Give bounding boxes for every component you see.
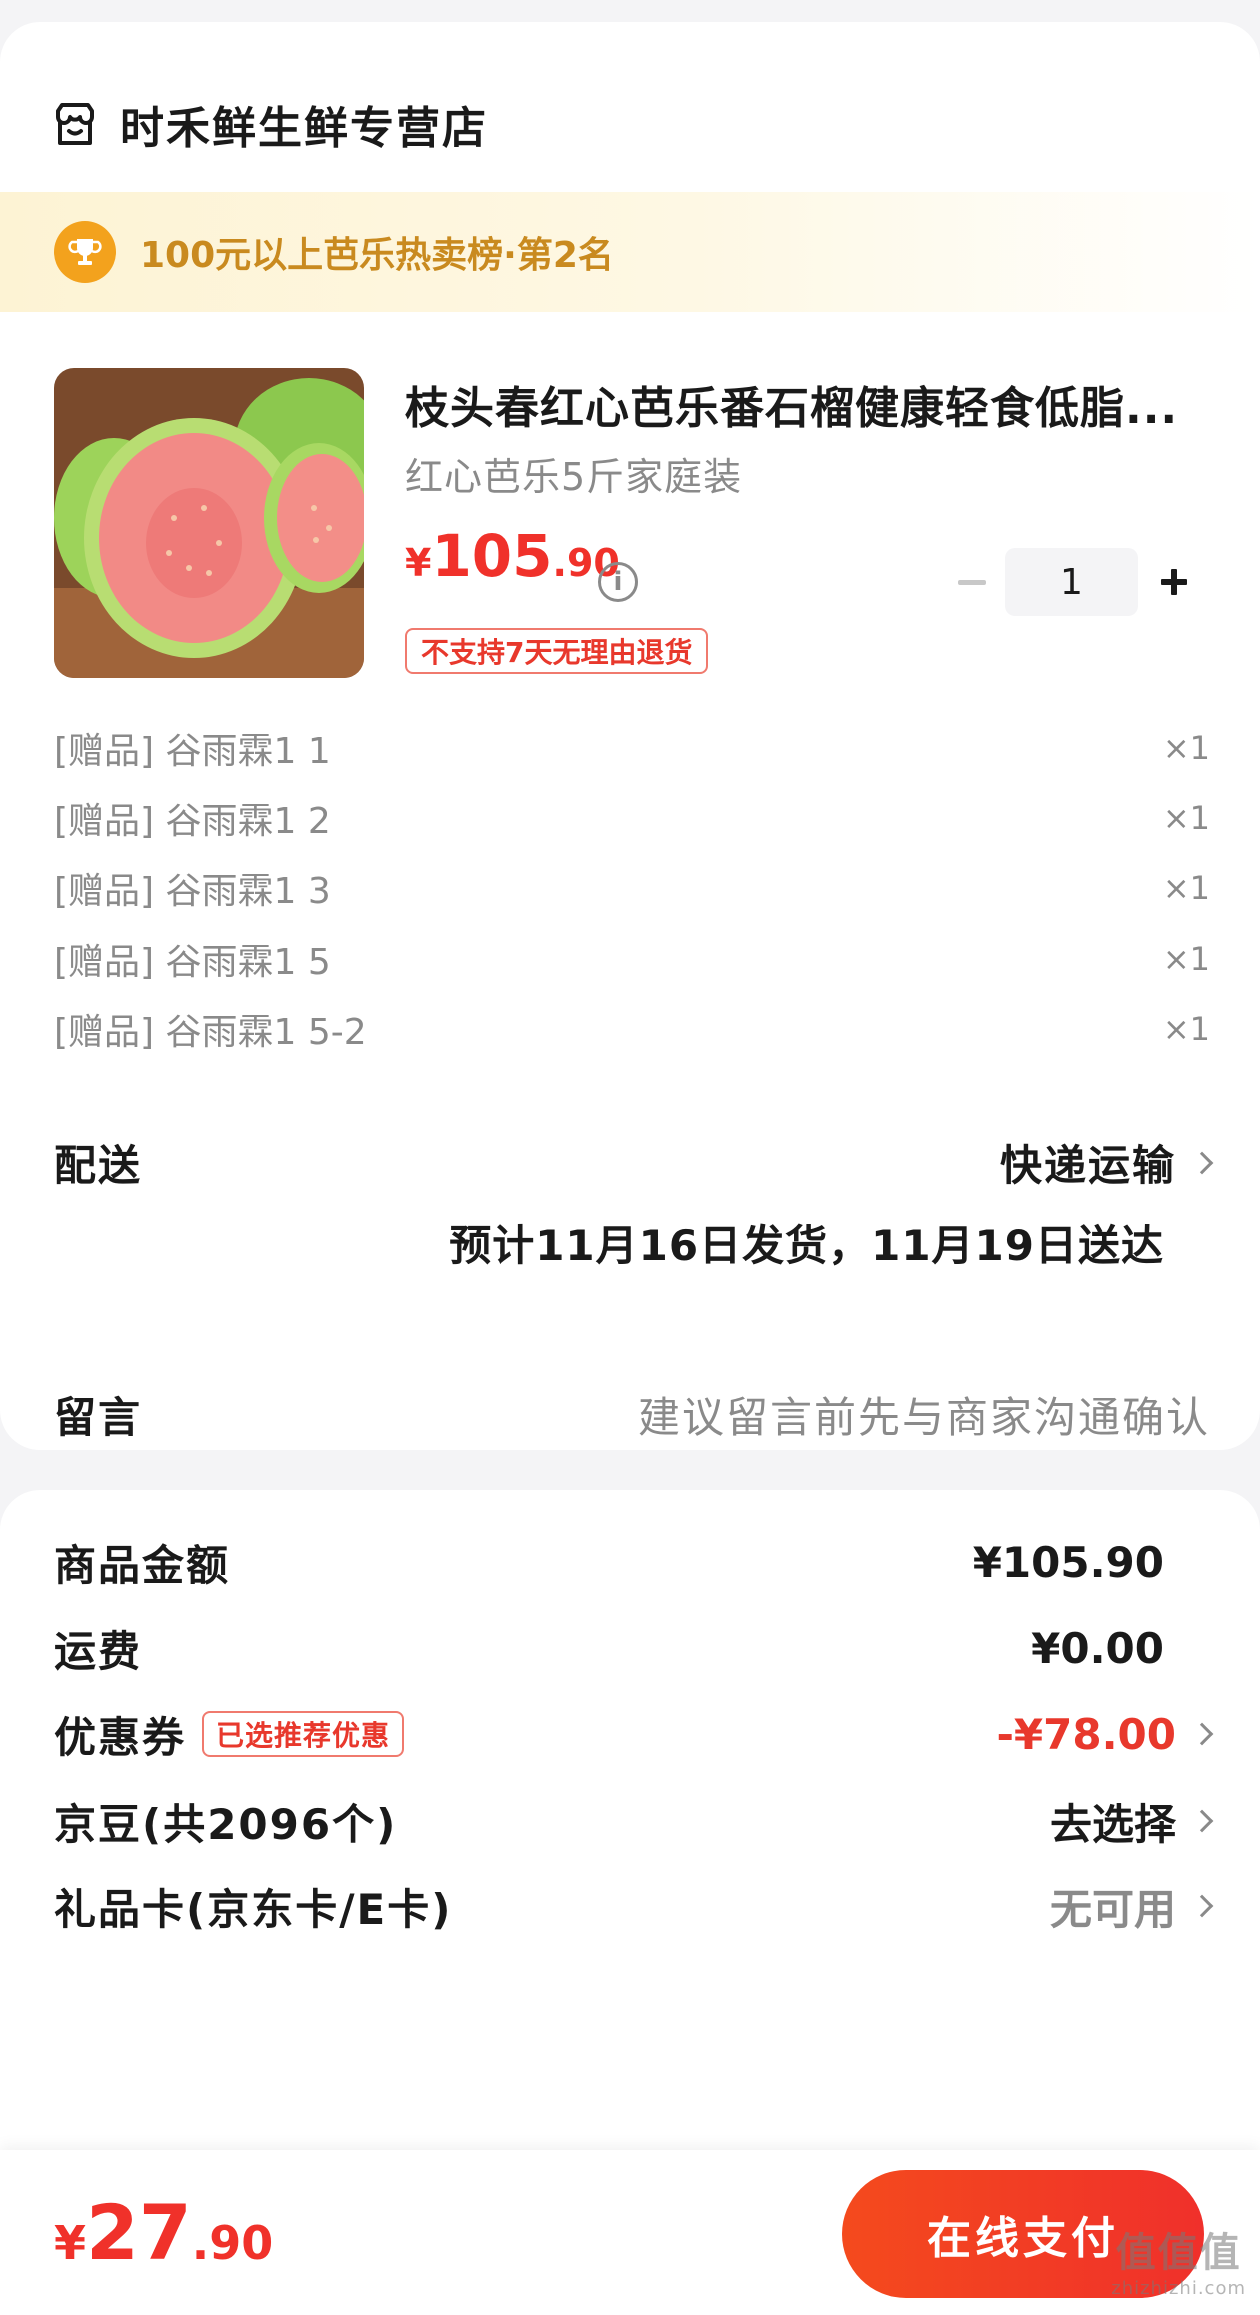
product-title[interactable]: 枝头春红心芭乐番石榴健康轻食低脂... [405, 372, 1210, 436]
coupon-tag: 已选推荐优惠 [202, 1711, 405, 1757]
gift-item: [赠品] 谷雨霖1 3 ×1 [54, 864, 1210, 912]
quantity-decrease-button[interactable] [955, 562, 989, 602]
store-icon [56, 103, 94, 145]
store-name: 时禾鲜生鲜专营店 [120, 103, 488, 154]
ranking-banner[interactable]: 100元以上芭乐热卖榜·第2名 [0, 192, 1260, 312]
gift-quantity: ×1 [1162, 869, 1210, 907]
coupon-row[interactable]: 优惠券 已选推荐优惠 -¥78.00 [54, 1704, 1214, 1765]
ranking-text: 100元以上芭乐热卖榜·第2名 [140, 235, 614, 276]
product-price: ¥ 105 .90 [405, 522, 620, 590]
gift-label: [赠品] 谷雨霖1 5 [54, 942, 331, 983]
chevron-right-icon [1190, 1894, 1214, 1918]
watermark: 值值值 zhizhizhi.com [1111, 2220, 1246, 2299]
gift-item: [赠品] 谷雨霖1 1 ×1 [54, 724, 1210, 772]
gift-quantity: ×1 [1162, 729, 1210, 767]
total-symbol: ¥ [54, 2216, 87, 2270]
quantity-increase-button[interactable] [1156, 562, 1192, 602]
goods-amount-row: 商品金额 ¥105.90 [54, 1532, 1210, 1592]
gift-card-value: 无可用 [1049, 1884, 1176, 1934]
coupon-label: 优惠券 [54, 1712, 187, 1762]
shipping-label: 运费 [54, 1626, 143, 1676]
delivery-label: 配送 [54, 1141, 143, 1190]
jd-beans-value: 去选择 [1049, 1799, 1176, 1849]
coupon-value-group[interactable]: -¥78.00 [996, 1709, 1214, 1759]
gift-quantity: ×1 [1162, 940, 1210, 978]
goods-amount-label: 商品金额 [54, 1540, 231, 1590]
gift-quantity: ×1 [1162, 799, 1210, 837]
gift-label: [赠品] 谷雨霖1 3 [54, 871, 331, 912]
order-card: 时禾鲜生鲜专营店 100元以上芭乐热卖榜·第2名 枝头春红心芭乐番石榴健康轻食低… [0, 22, 1260, 1450]
price-integer: 105 [431, 522, 553, 590]
gift-card-value-group[interactable]: 无可用 [1049, 1876, 1214, 1937]
gift-label: [赠品] 谷雨霖1 5-2 [54, 1012, 367, 1053]
return-policy-tag: 不支持7天无理由退货 [405, 628, 709, 674]
jd-beans-row[interactable]: 京豆(共2096个) 去选择 [54, 1791, 1214, 1852]
delivery-estimate: 预计11月16日发货，11月19日送达 [449, 1221, 1164, 1270]
shipping-value: ¥0.00 [1031, 1623, 1164, 1673]
info-icon[interactable]: i [598, 562, 638, 602]
quantity-field[interactable]: 1 [1005, 548, 1138, 616]
shipping-row: 运费 ¥0.00 [54, 1618, 1210, 1678]
chevron-right-icon [1190, 1809, 1214, 1833]
price-symbol: ¥ [405, 541, 432, 585]
product-image[interactable] [54, 368, 364, 678]
delivery-method: 快递运输 [999, 1141, 1176, 1190]
gift-item: [赠品] 谷雨霖1 2 ×1 [54, 794, 1210, 842]
coupon-value: -¥78.00 [996, 1709, 1176, 1759]
watermark-url: zhizhizhi.com [1111, 2278, 1246, 2299]
jd-beans-label: 京豆(共2096个) [54, 1799, 398, 1849]
store-header[interactable]: 时禾鲜生鲜专营店 [52, 94, 488, 154]
total-decimal: .90 [191, 2216, 274, 2270]
jd-beans-value-group[interactable]: 去选择 [1049, 1791, 1214, 1852]
trophy-icon [54, 221, 116, 283]
chevron-right-icon [1190, 1722, 1214, 1746]
delivery-method-selector[interactable]: 快递运输 [999, 1132, 1214, 1193]
total-integer: 27 [86, 2188, 192, 2277]
gift-card-row[interactable]: 礼品卡(京东卡/E卡) 无可用 [54, 1876, 1214, 1937]
gift-item: [赠品] 谷雨霖1 5-2 ×1 [54, 1005, 1210, 1053]
message-input[interactable]: 建议留言前先与商家沟通确认 [638, 1384, 1210, 1445]
message-label: 留言 [54, 1393, 143, 1442]
order-total: ¥ 27 .90 [54, 2188, 273, 2277]
gift-label: [赠品] 谷雨霖1 1 [54, 731, 331, 772]
goods-amount-value: ¥105.90 [972, 1537, 1164, 1587]
gift-quantity: ×1 [1162, 1010, 1210, 1048]
watermark-logo: 值值值 [1115, 2230, 1242, 2276]
gift-card-label: 礼品卡(京东卡/E卡) [54, 1884, 453, 1934]
gift-item: [赠品] 谷雨霖1 5 ×1 [54, 935, 1210, 983]
coupon-label-group: 优惠券 已选推荐优惠 [54, 1704, 405, 1765]
chevron-right-icon [1190, 1151, 1214, 1174]
gift-label: [赠品] 谷雨霖1 2 [54, 801, 331, 842]
product-spec[interactable]: 红心芭乐5斤家庭装 [405, 446, 742, 501]
plus-icon [1161, 569, 1187, 595]
